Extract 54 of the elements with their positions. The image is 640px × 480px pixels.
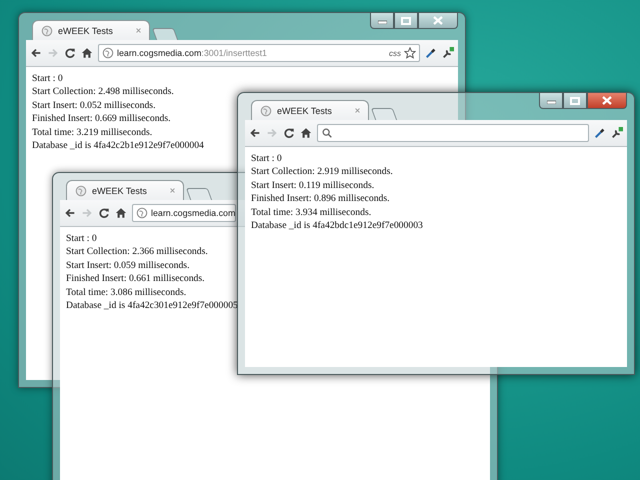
maximize-icon [401, 16, 411, 24]
result-line: Database _id is 4fa42c2b1e912e9f7e000004 [32, 139, 204, 152]
result-line: Start Collection: 2.366 milliseconds. [66, 245, 208, 259]
result-line: Finished Insert: 0.669 milliseconds. [32, 112, 171, 126]
reload-icon[interactable] [64, 47, 76, 59]
result-line: Start Collection: 2.498 milliseconds. [32, 85, 174, 99]
result-line: Finished Insert: 0.896 milliseconds. [251, 192, 390, 206]
browser-tab[interactable]: eWEEK Tests [32, 20, 150, 40]
eyedropper-icon[interactable] [425, 47, 437, 59]
close-button[interactable] [418, 13, 458, 29]
result-line: Total time: 3.086 milliseconds. [66, 286, 186, 300]
browser-tab[interactable]: eWEEK Tests [251, 100, 369, 120]
result-line: Start : 0 [32, 72, 63, 86]
address-bar[interactable]: learn.cogsmedia.com:3001/inserttest1 css [98, 44, 420, 62]
result-line: Total time: 3.219 milliseconds. [32, 126, 152, 140]
reload-icon[interactable] [98, 207, 110, 219]
maximize-button[interactable] [394, 13, 418, 29]
maximize-button[interactable] [563, 93, 587, 109]
maximize-icon [570, 96, 580, 104]
minimize-button[interactable] [539, 93, 563, 109]
home-icon[interactable] [300, 127, 312, 139]
eyedropper-icon[interactable] [594, 127, 606, 139]
result-line: Start Collection: 2.919 milliseconds. [251, 165, 393, 179]
result-line: Start Insert: 0.059 milliseconds. [66, 258, 190, 272]
home-icon[interactable] [81, 47, 93, 59]
close-button[interactable] [587, 93, 627, 109]
close-icon[interactable] [353, 106, 362, 115]
back-icon[interactable] [64, 207, 76, 219]
close-icon[interactable] [134, 26, 143, 35]
minimize-button[interactable] [370, 13, 394, 29]
result-line: Total time: 3.934 milliseconds. [251, 206, 372, 220]
result-line: Start Insert: 0.119 milliseconds. [251, 178, 374, 192]
search-icon[interactable] [321, 127, 333, 139]
wrench-icon[interactable] [611, 127, 623, 139]
result-line: Database _id is 4fa42c301e912e9f7e000005 [66, 299, 238, 312]
star-icon[interactable] [404, 47, 416, 59]
result-line: Finished Insert: 0.661 milliseconds. [66, 272, 205, 286]
back-icon[interactable] [249, 127, 261, 139]
back-icon[interactable] [30, 47, 42, 59]
browser-tab[interactable]: eWEEK Tests [66, 180, 184, 200]
close-icon [602, 96, 612, 105]
home-icon[interactable] [115, 207, 127, 219]
minimize-icon [378, 18, 386, 24]
close-icon[interactable] [168, 186, 177, 195]
result-line: Start : 0 [251, 152, 282, 166]
result-line: Database _id is 4fa42bdc1e912e9f7e000003 [251, 219, 423, 232]
minimize-icon [546, 98, 556, 104]
extension-badge[interactable]: css [389, 48, 401, 58]
address-bar[interactable]: learn.cogsmedia.com [132, 204, 236, 222]
result-line: Start Insert: 0.052 milliseconds. [32, 98, 156, 112]
result-line: Start : 0 [66, 232, 97, 246]
wrench-icon[interactable] [442, 47, 454, 59]
reload-icon[interactable] [283, 127, 295, 139]
close-icon [433, 16, 443, 25]
